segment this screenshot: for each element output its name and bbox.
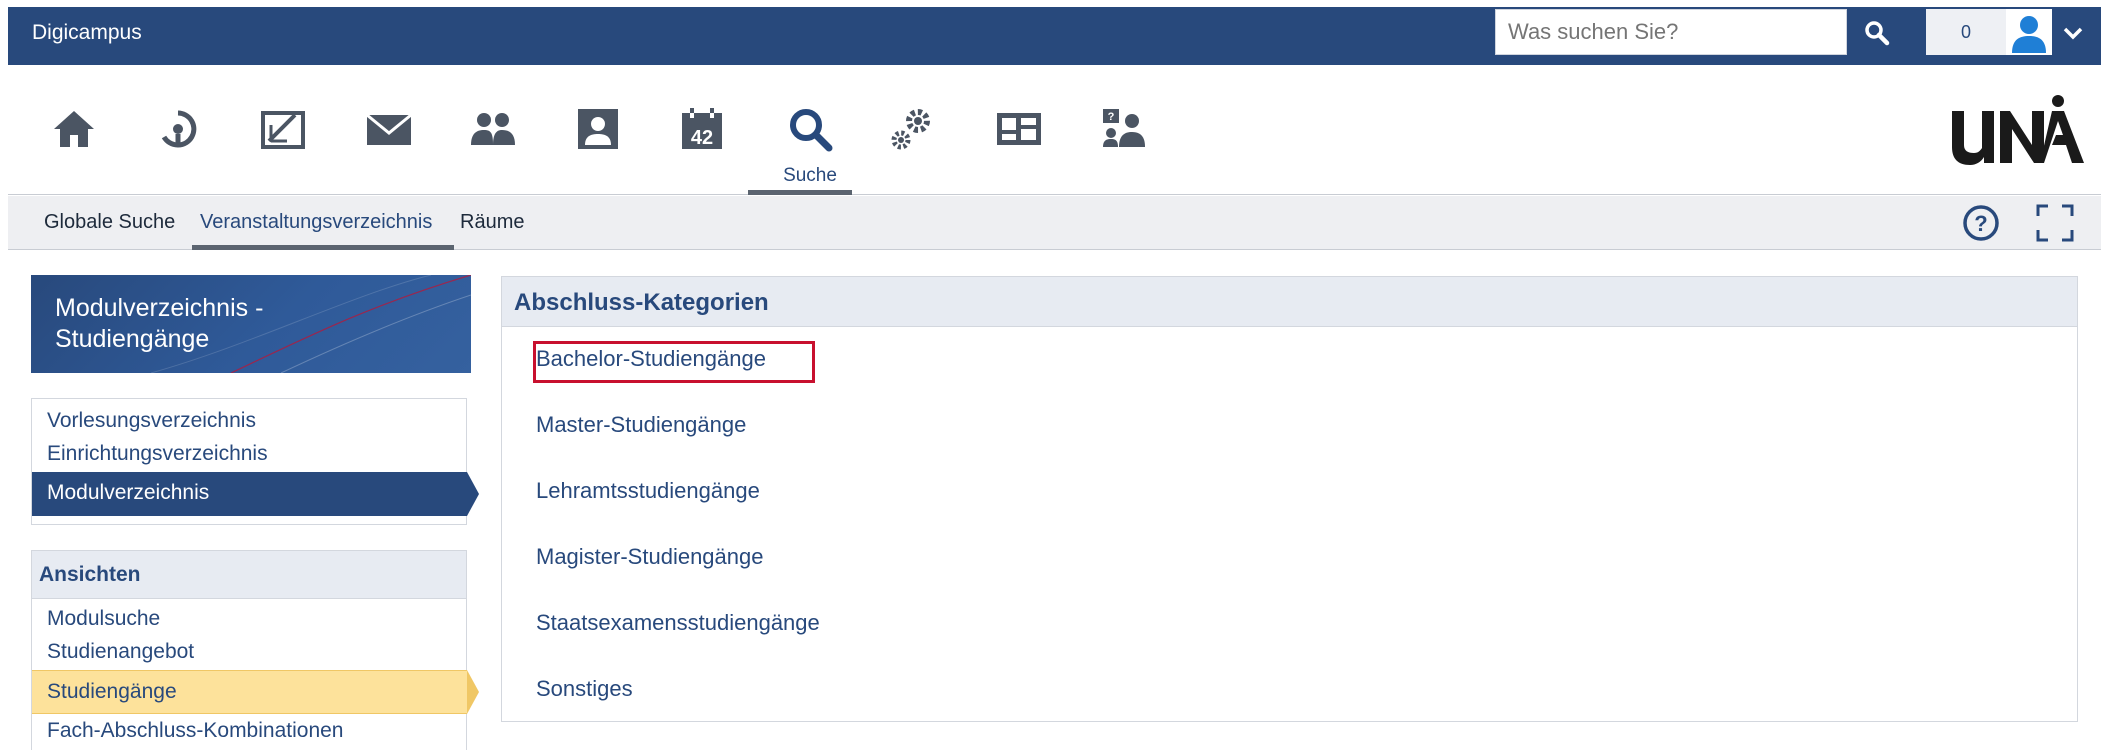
sidebar-item-fach-abschluss-kombinationen[interactable]: Fach-Abschluss-Kombinationen <box>47 719 343 743</box>
nav-admin[interactable]: ? <box>1088 105 1158 165</box>
avatar[interactable] <box>2006 9 2052 55</box>
nav-messages[interactable] <box>354 105 424 165</box>
tools-icon <box>891 109 930 150</box>
nav-tools[interactable] <box>877 105 947 165</box>
sidebar-views-box: Ansichten Modulsuche Studienangebot Stud… <box>31 550 479 750</box>
tab-course-catalog[interactable]: Veranstaltungsverzeichnis <box>200 211 432 234</box>
app-title[interactable]: Digicampus <box>32 21 142 45</box>
category-lehramt[interactable]: Lehramtsstudiengänge <box>536 478 760 504</box>
tab-rooms[interactable]: Räume <box>460 211 524 234</box>
university-logo <box>1952 95 2084 165</box>
tab-global-search[interactable]: Globale Suche <box>44 211 175 234</box>
nav-home[interactable] <box>39 105 109 165</box>
tab-active-indicator <box>192 245 454 250</box>
sidebar-item-label: Modulverzeichnis <box>47 481 210 504</box>
category-staatsexamen[interactable]: Staatsexamensstudiengänge <box>536 610 820 636</box>
nav-community[interactable] <box>458 105 528 165</box>
category-master[interactable]: Master-Studiengänge <box>536 412 746 438</box>
nav-calendar[interactable]: 42 <box>667 105 737 165</box>
fullscreen-icon[interactable] <box>2035 203 2075 243</box>
compass-icon <box>161 110 197 148</box>
sidebar-item-modulverzeichnis[interactable]: Modulverzeichnis <box>32 472 479 516</box>
nav-search[interactable]: Suche <box>765 105 855 186</box>
page-title: Abschluss-Kategorien <box>514 289 769 316</box>
sidebar-item-modulsuche[interactable]: Modulsuche <box>47 607 160 631</box>
sidebar-item-studienangebot[interactable]: Studienangebot <box>47 640 194 664</box>
nav-profile[interactable] <box>563 105 633 165</box>
top-bar: Digicampus 0 <box>8 7 2101 65</box>
annotation-highlight-box <box>533 341 815 383</box>
chevron-down-icon <box>2063 27 2083 40</box>
admin-icon: ? <box>1103 109 1145 147</box>
sidebar-item-vorlesungsverzeichnis[interactable]: Vorlesungsverzeichnis <box>47 409 256 433</box>
category-sonstiges[interactable]: Sonstiges <box>536 676 633 702</box>
sidebar-item-einrichtungsverzeichnis[interactable]: Einrichtungsverzeichnis <box>47 442 268 466</box>
views-header: Ansichten <box>32 551 466 599</box>
help-icon[interactable]: ? <box>1961 203 2001 243</box>
nav-active-indicator <box>748 190 852 195</box>
calendar-day: 42 <box>691 127 713 149</box>
calendar-icon: 42 <box>682 108 722 149</box>
category-magister[interactable]: Magister-Studiengänge <box>536 544 763 570</box>
sidebar-item-studiengaenge[interactable]: Studiengänge <box>32 670 479 714</box>
community-icon <box>471 113 515 145</box>
views-title: Ansichten <box>39 563 141 586</box>
nav-courses[interactable] <box>248 105 318 165</box>
main-navigation: 42 Suche ? <box>8 65 2101 195</box>
svg-text:?: ? <box>1974 211 1987 236</box>
search-button[interactable] <box>1851 9 1903 57</box>
user-avatar-icon <box>2008 11 2050 53</box>
nav-search-label: Suche <box>783 165 837 186</box>
notification-counter[interactable]: 0 <box>1926 9 2006 55</box>
nav-start[interactable] <box>143 105 213 165</box>
profile-icon <box>578 109 618 149</box>
home-icon <box>54 111 94 147</box>
courses-icon <box>261 111 305 149</box>
sidebar-header: Modulverzeichnis - Studiengänge <box>31 275 471 373</box>
nav-browse[interactable] <box>984 105 1054 165</box>
search-icon <box>1865 21 1890 46</box>
search-input[interactable] <box>1495 9 1847 55</box>
mail-icon <box>366 113 412 145</box>
browse-icon <box>997 113 1041 145</box>
sidebar-item-label: Studiengänge <box>47 680 177 703</box>
search-icon <box>790 109 833 152</box>
sidebar-nav-box: Vorlesungsverzeichnis Einrichtungsverzei… <box>31 398 479 525</box>
sub-navigation: Globale Suche Veranstaltungsverzeichnis … <box>8 196 2101 250</box>
svg-text:?: ? <box>1108 111 1115 123</box>
user-menu-toggle[interactable] <box>2058 15 2088 51</box>
main-header: Abschluss-Kategorien <box>502 277 2077 327</box>
sidebar-header-title: Modulverzeichnis - Studiengänge <box>55 294 264 353</box>
